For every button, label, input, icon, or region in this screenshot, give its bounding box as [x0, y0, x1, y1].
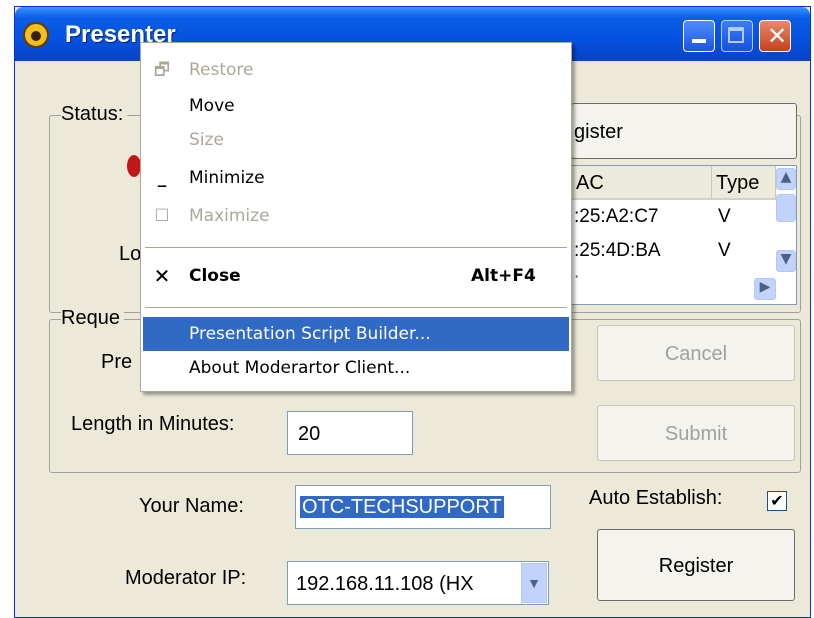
list-cell-mac: :25:A2:C7 — [574, 206, 659, 227]
your-name-selected-text: OTC-TECHSUPPORT — [300, 496, 504, 518]
menu-item-label: Minimize — [189, 168, 265, 188]
submit-button[interactable]: Submit — [597, 405, 795, 461]
auto-establish-label: Auto Establish: — [589, 487, 723, 509]
status-field-label: Lo — [119, 243, 142, 265]
auto-establish-checkbox[interactable]: ✔ — [767, 491, 787, 511]
your-name-input[interactable]: OTC-TECHSUPPORT — [295, 485, 551, 529]
presentation-label: Pre — [101, 351, 133, 373]
column-header-mac[interactable]: AC — [572, 166, 712, 200]
request-group-label: Reque — [61, 307, 124, 330]
close-button[interactable]: ✕ — [759, 20, 791, 52]
scrollbar-thumb[interactable] — [776, 194, 796, 222]
moderator-ip-label: Moderator IP: — [125, 567, 247, 589]
register-top-button[interactable]: gister — [571, 103, 797, 159]
moderator-ip-select[interactable]: 192.168.11.108 (HX ▼ — [287, 561, 549, 605]
chevron-up-icon: ▲ — [780, 169, 792, 185]
menu-separator — [145, 307, 567, 308]
close-icon: ✕ — [153, 264, 171, 288]
column-header-type[interactable]: Type — [712, 166, 776, 200]
register-button[interactable]: Register — [597, 529, 795, 601]
restore-icon: 🗗 — [154, 60, 170, 80]
menu-item-close[interactable]: ✕ Close Alt+F4 — [143, 259, 569, 293]
menu-item-shortcut: Alt+F4 — [471, 266, 536, 286]
maximize-button — [721, 20, 753, 52]
menu-item-size[interactable]: Size — [143, 123, 569, 157]
register-top-button-label: gister — [574, 121, 623, 143]
your-name-label: Your Name: — [139, 495, 244, 517]
close-icon: ✕ — [767, 22, 788, 50]
menu-item-label: Size — [189, 130, 224, 150]
cancel-button[interactable]: Cancel — [597, 325, 795, 381]
scroll-right-button[interactable]: ▶ — [754, 278, 776, 300]
app-icon[interactable] — [23, 22, 49, 48]
status-label: Status: — [61, 103, 128, 126]
maximize-icon — [728, 27, 744, 43]
list-cell-type: V — [718, 240, 731, 261]
scroll-down-button[interactable]: ▼ — [776, 250, 796, 272]
chevron-right-icon: ▶ — [759, 279, 771, 295]
menu-item-minimize[interactable]: _ Minimize — [143, 161, 569, 195]
length-input[interactable]: 20 — [287, 411, 413, 455]
menu-item-move[interactable]: Move — [143, 89, 569, 123]
menu-item-label: Close — [189, 266, 241, 286]
status-indicator-icon — [127, 155, 141, 177]
minimize-button[interactable] — [683, 20, 715, 52]
maximize-icon: ☐ — [154, 206, 170, 226]
length-label: Length in Minutes: — [71, 413, 235, 435]
menu-separator — [145, 247, 567, 248]
system-menu: 🗗 Restore Move Size _ Minimize ☐ Maximiz… — [140, 42, 572, 392]
menu-item-about[interactable]: About Moderartor Client... — [143, 351, 569, 385]
minimize-icon: _ — [157, 168, 167, 188]
menu-item-presentation-script-builder[interactable]: Presentation Script Builder... — [143, 317, 569, 351]
list-cell-partial: :·· ·· ·· — [574, 270, 628, 278]
list-cell-mac: :25:4D:BA — [574, 240, 661, 261]
moderator-ip-value: 192.168.11.108 (HX — [296, 573, 474, 595]
menu-item-label: Presentation Script Builder... — [189, 324, 431, 344]
menu-item-label: About Moderartor Client... — [189, 358, 411, 378]
scroll-up-button[interactable]: ▲ — [776, 168, 796, 190]
minimize-icon — [692, 39, 706, 43]
menu-item-label: Restore — [189, 60, 254, 80]
menu-item-restore[interactable]: 🗗 Restore — [143, 53, 569, 87]
client-list[interactable]: AC Type :25:A2:C7 V :25:4D:BA V :·· ·· ·… — [571, 165, 797, 305]
menu-item-maximize[interactable]: ☐ Maximize — [143, 199, 569, 233]
dropdown-arrow-icon[interactable]: ▼ — [521, 563, 547, 603]
chevron-down-icon: ▼ — [780, 251, 792, 267]
menu-item-label: Move — [189, 96, 235, 116]
list-cell-type: V — [718, 206, 731, 227]
menu-item-label: Maximize — [189, 206, 270, 226]
